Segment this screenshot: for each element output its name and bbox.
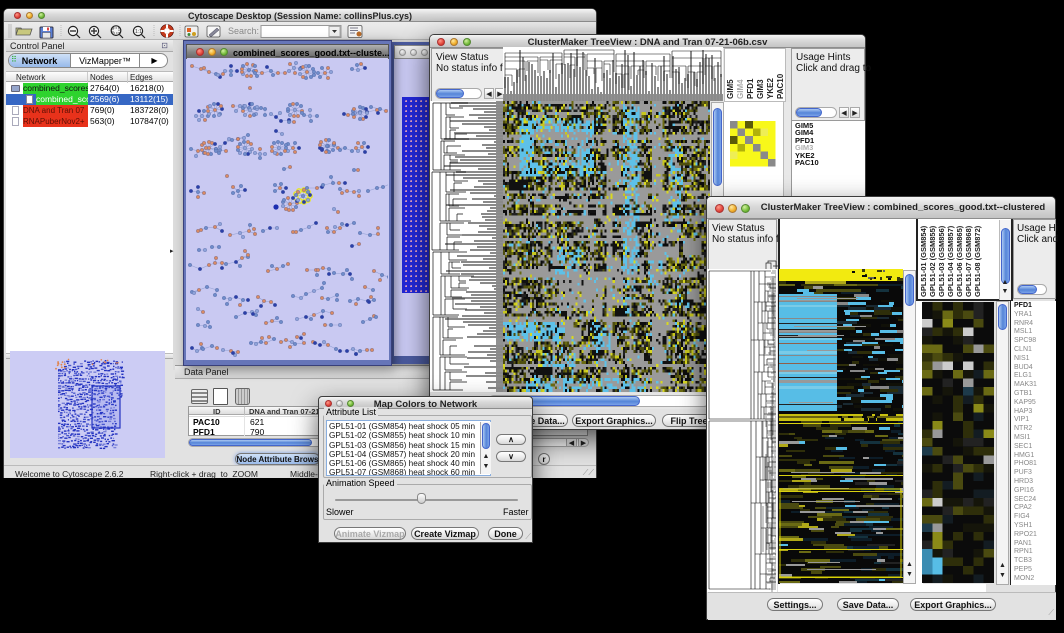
- svg-text:GPL51-04 (GSM857): GPL51-04 (GSM857): [946, 225, 955, 297]
- svg-text:GIM4: GIM4: [736, 79, 745, 99]
- svg-text:GPL51-08 (GSM872): GPL51-08 (GSM872): [973, 225, 982, 297]
- svg-text:1:1: 1:1: [135, 29, 142, 35]
- svg-text:GPL51-06 (GSM865): GPL51-06 (GSM865): [955, 225, 964, 297]
- svg-text:GPL51-02 (GSM855): GPL51-02 (GSM855): [928, 225, 937, 297]
- svg-text:GPL51-01 (GSM854): GPL51-01 (GSM854): [919, 225, 928, 297]
- svg-text:PFD1: PFD1: [746, 78, 755, 99]
- svg-text:GIM3: GIM3: [756, 79, 765, 99]
- svg-text:GPL51-03 (GSM856): GPL51-03 (GSM856): [937, 225, 946, 297]
- svg-text:GIM5: GIM5: [726, 79, 735, 99]
- svg-text:PAC10: PAC10: [776, 73, 785, 99]
- svg-text:Search:: Search:: [228, 26, 259, 36]
- svg-text:GPL51-07 (GSM868): GPL51-07 (GSM868): [964, 225, 973, 297]
- svg-text:YKE2: YKE2: [766, 78, 775, 99]
